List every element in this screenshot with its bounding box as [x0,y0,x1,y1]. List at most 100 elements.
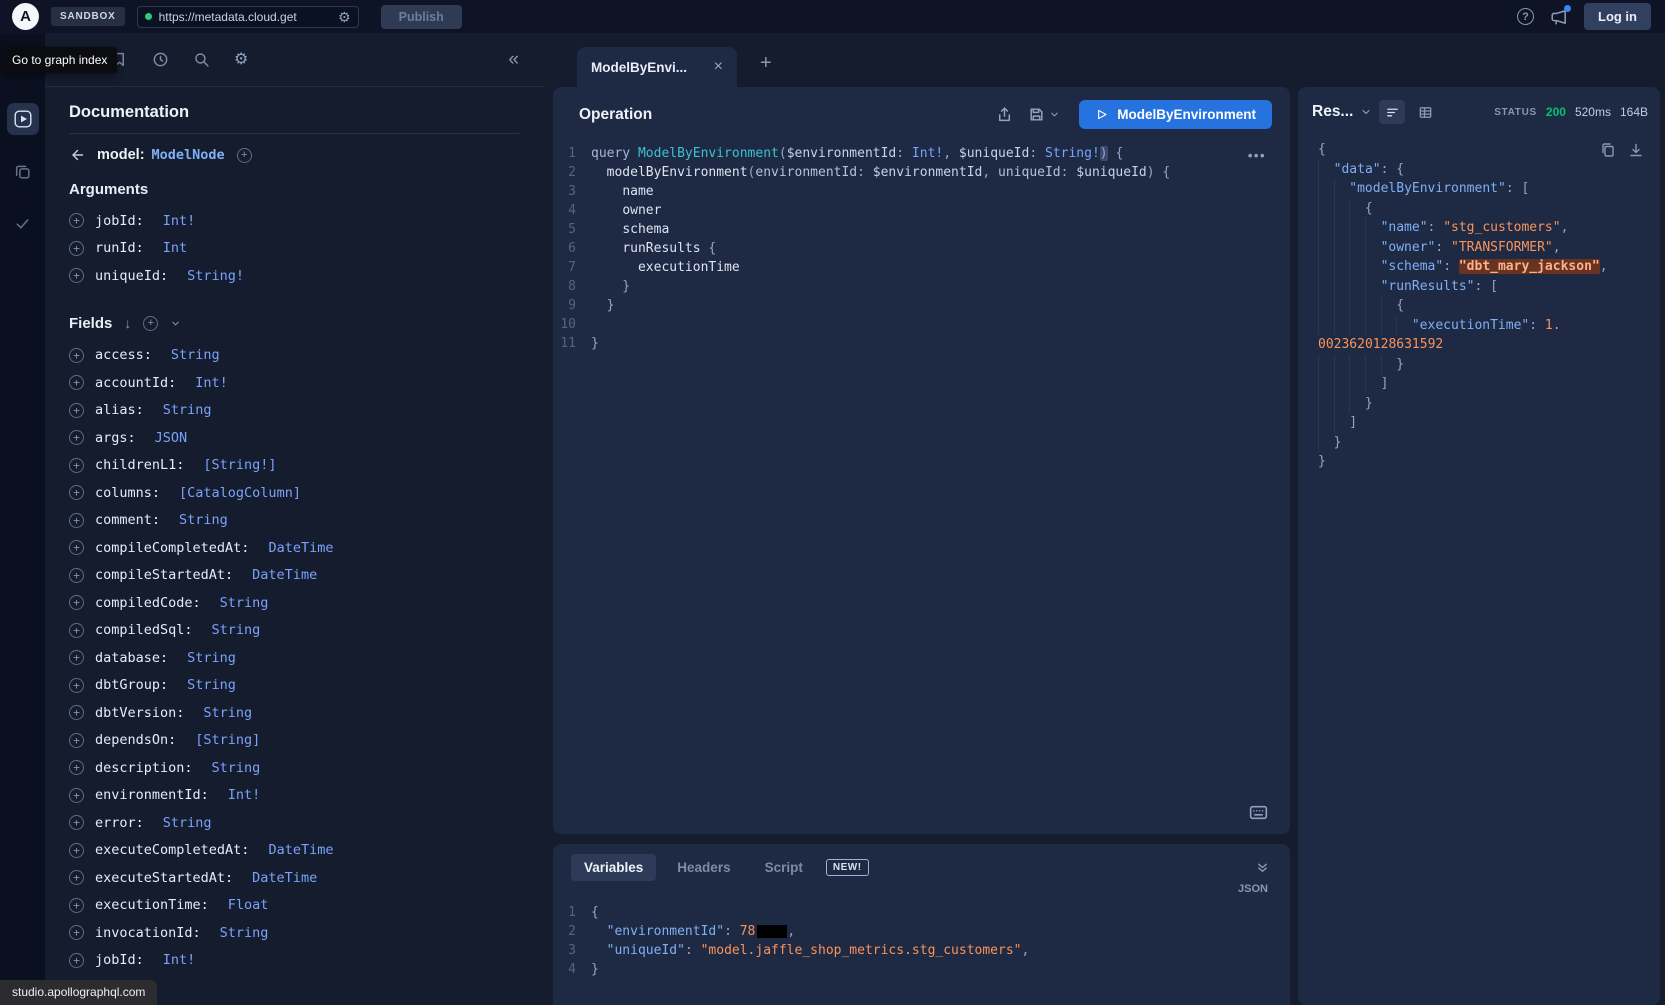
field-row[interactable]: + compileStartedAt: DateTime [69,562,519,590]
field-row[interactable]: + database: String [69,644,519,672]
collapse-docs-icon[interactable]: « [508,50,545,69]
field-row[interactable]: + childrenL1: [String!] [69,452,519,480]
field-type[interactable]: String [187,650,236,666]
field-row[interactable]: + description: String [69,754,519,782]
code-line[interactable]: 1query ModelByEnvironment($environmentId… [553,144,1290,163]
field-type[interactable]: String [203,705,252,721]
code-line[interactable]: 3 "uniqueId": "model.jaffle_shop_metrics… [553,941,1290,960]
code-line[interactable]: "modelByEnvironment": [ [1318,179,1646,199]
add-to-query-icon[interactable]: + [69,815,84,830]
back-arrow-icon[interactable] [69,147,85,163]
add-to-query-icon[interactable]: + [69,678,84,693]
code-line[interactable]: } [1318,355,1646,375]
add-to-query-icon[interactable]: + [69,348,84,363]
field-type[interactable]: String [220,595,269,611]
login-button[interactable]: Log in [1584,3,1651,30]
add-to-query-icon[interactable]: + [69,925,84,940]
add-to-query-icon[interactable]: + [69,213,84,228]
code-line[interactable]: "executionTime": 1. [1318,316,1646,336]
code-line[interactable]: { [1318,296,1646,316]
field-type[interactable]: DateTime [252,870,317,886]
field-row[interactable]: + executionTime: Float [69,892,519,920]
rail-checklist-button[interactable] [7,207,39,239]
field-row[interactable]: + access: String [69,342,519,370]
field-type[interactable]: String [171,347,220,363]
add-to-query-icon[interactable]: + [69,843,84,858]
response-tree-view-button[interactable] [1379,100,1405,124]
sort-fields-icon[interactable]: ↓ [124,316,131,330]
add-to-query-icon[interactable]: + [69,241,84,256]
code-line[interactable]: "name": "stg_customers", [1318,218,1646,238]
field-type[interactable]: String [163,815,212,831]
add-to-query-icon[interactable]: + [69,430,84,445]
argument-row[interactable]: + jobId: Int! [69,207,519,235]
add-to-query-icon[interactable]: + [69,650,84,665]
field-row[interactable]: + compileCompletedAt: DateTime [69,534,519,562]
code-line[interactable]: 10 [553,315,1290,334]
save-operation-button[interactable] [1028,106,1060,123]
add-all-fields-icon[interactable]: + [143,316,158,331]
field-type[interactable]: Int! [228,787,261,803]
field-row[interactable]: + accountId: Int! [69,369,519,397]
rail-schema-button[interactable] [7,155,39,187]
code-line[interactable]: 2 modelByEnvironment(environmentId: $env… [553,163,1290,182]
argument-row[interactable]: + uniqueId: String! [69,262,519,290]
field-row[interactable]: + dbtGroup: String [69,672,519,700]
field-row[interactable]: + args: JSON [69,424,519,452]
help-icon[interactable]: ? [1517,8,1534,25]
code-line[interactable]: 4} [553,960,1290,979]
field-type[interactable]: Float [228,897,269,913]
run-operation-button[interactable]: ModelByEnvironment [1079,100,1272,129]
add-to-query-icon[interactable]: + [69,623,84,638]
add-to-query-icon[interactable]: + [69,733,84,748]
add-to-query-icon[interactable]: + [69,870,84,885]
add-to-query-icon[interactable]: + [69,268,84,283]
add-to-query-icon[interactable]: + [69,898,84,913]
field-type[interactable]: JSON [155,430,188,446]
close-tab-icon[interactable]: × [714,59,723,75]
code-line[interactable]: ] [1318,413,1646,433]
tab-script[interactable]: Script [752,854,816,881]
docs-settings-gear-icon[interactable]: ⚙ [234,52,248,68]
variables-editor[interactable]: 1{2 "environmentId": 78,3 "uniqueId": "m… [553,895,1290,979]
response-json[interactable]: {"data": {"modelByEnvironment": [{"name"… [1318,140,1646,472]
field-row[interactable]: + dbtVersion: String [69,699,519,727]
field-type[interactable]: DateTime [252,567,317,583]
field-type[interactable]: String [179,512,228,528]
add-to-query-icon[interactable]: + [69,953,84,968]
code-line[interactable]: { [1318,140,1646,160]
code-line[interactable]: "owner": "TRANSFORMER", [1318,238,1646,258]
download-icon[interactable] [1628,142,1644,158]
code-line[interactable]: 0023620128631592 [1318,335,1646,355]
rail-explorer-button[interactable] [7,103,39,135]
code-line[interactable]: ] [1318,374,1646,394]
code-line[interactable]: 3 name [553,182,1290,201]
field-row[interactable]: + jobId: Int! [69,947,519,975]
fields-options-chevron-icon[interactable] [170,318,181,329]
code-line[interactable]: "runResults": [ [1318,277,1646,297]
field-type[interactable]: [String!] [203,457,276,473]
argument-row[interactable]: + runId: Int [69,235,519,263]
field-type[interactable]: String [212,622,261,638]
argument-type[interactable]: String! [187,268,244,284]
field-row[interactable]: + environmentId: Int! [69,782,519,810]
field-type[interactable]: Int! [163,952,196,968]
field-type[interactable]: String [187,677,236,693]
graph-url-input[interactable]: https://metadata.cloud.get ⚙ [137,6,359,28]
add-to-query-icon[interactable]: + [69,375,84,390]
field-row[interactable]: + executeStartedAt: DateTime [69,864,519,892]
add-to-query-icon[interactable]: + [69,403,84,418]
copy-icon[interactable] [1600,142,1616,158]
field-type[interactable]: Int! [195,375,228,391]
add-to-query-icon[interactable]: + [69,458,84,473]
code-line[interactable]: 8 } [553,277,1290,296]
field-type[interactable]: DateTime [268,540,333,556]
add-to-query-icon[interactable]: + [69,788,84,803]
field-row[interactable]: + dependsOn: [String] [69,727,519,755]
add-to-query-icon[interactable]: + [69,540,84,555]
collapse-variables-icon[interactable] [1255,860,1270,875]
code-line[interactable]: { [1318,199,1646,219]
field-row[interactable]: + alias: String [69,397,519,425]
field-type[interactable]: DateTime [268,842,333,858]
apollo-logo-icon[interactable]: A [12,3,39,30]
